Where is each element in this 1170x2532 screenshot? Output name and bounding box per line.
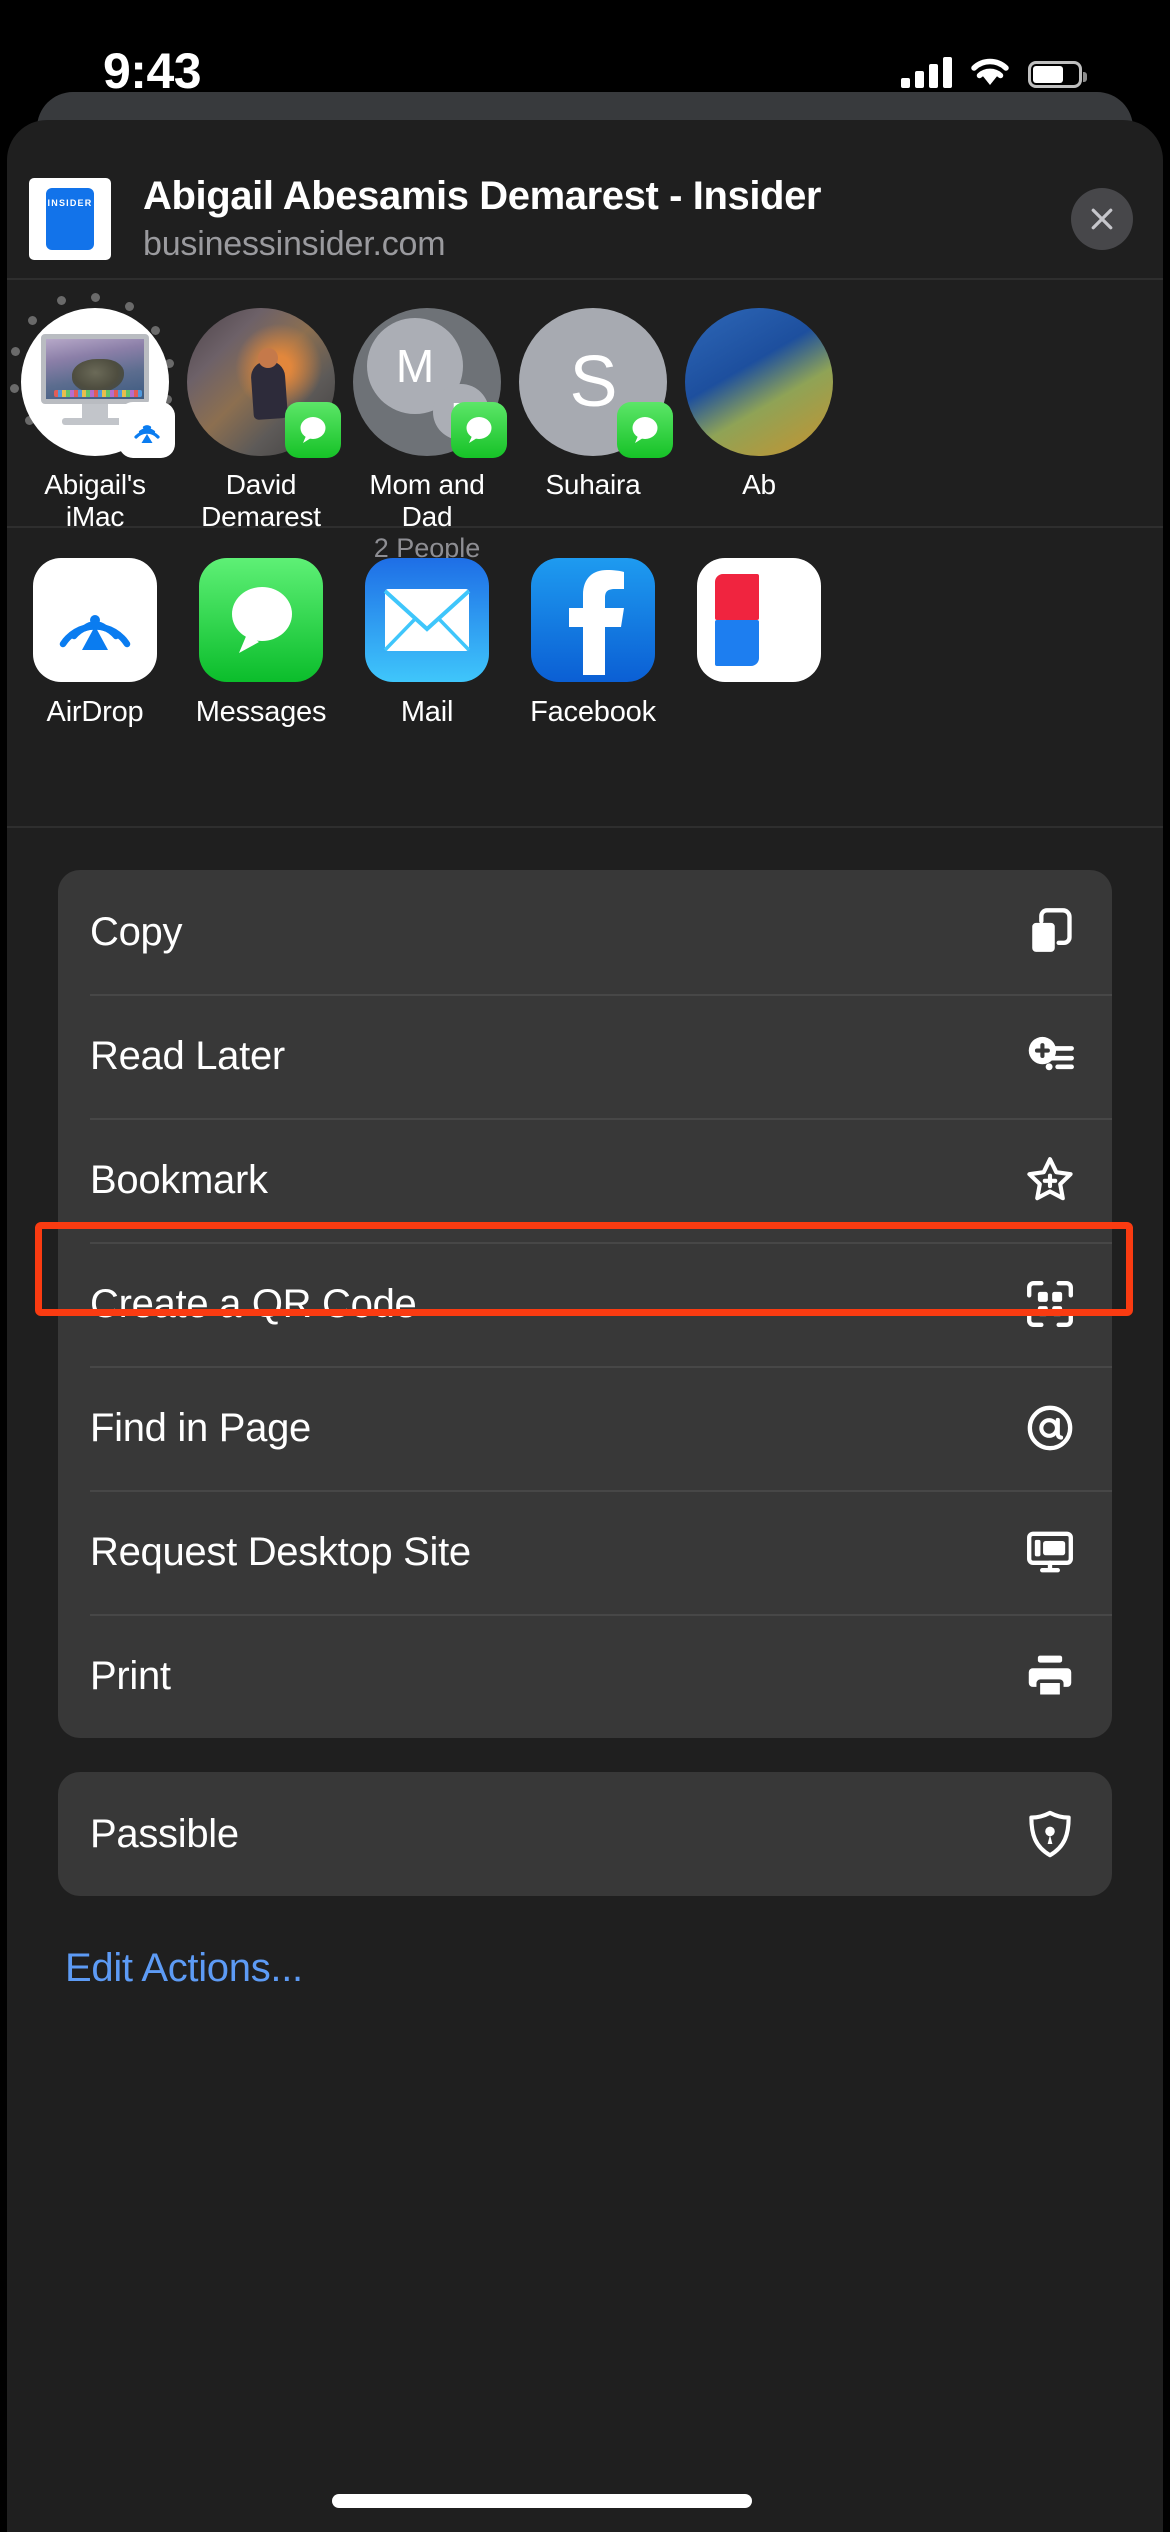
action-bookmark[interactable]: Bookmark [58, 1118, 1112, 1242]
app-mail[interactable]: Mail [344, 558, 510, 729]
contact-abigails-imac[interactable]: Abigail's iMac [12, 308, 178, 534]
share-sheet-screen: 9:43 INSIDER Abigail Abesamis Demarest -… [0, 0, 1170, 2532]
shield-lock-icon [1022, 1806, 1078, 1862]
contact-suhaira[interactable]: S Suhaira [510, 308, 676, 501]
airdrop-badge-icon [119, 402, 175, 458]
app-airdrop[interactable]: AirDrop [12, 558, 178, 729]
share-sheet-header: INSIDER Abigail Abesamis Demarest - Insi… [7, 160, 1163, 280]
apps-row[interactable]: AirDrop Messages [7, 528, 1163, 828]
close-button[interactable] [1071, 188, 1133, 250]
app-label: Mail [401, 696, 453, 729]
action-request-desktop-site[interactable]: Request Desktop Site [58, 1490, 1112, 1614]
action-label: Print [90, 1654, 1022, 1699]
bookmark-star-icon [1022, 1152, 1078, 1208]
action-find-in-page[interactable]: Find in Page [58, 1366, 1112, 1490]
contact-initial: S [569, 341, 616, 423]
contact-name: Suhaira [545, 469, 640, 501]
facebook-icon [531, 558, 655, 682]
copy-icon [1022, 904, 1078, 960]
battery-icon [1028, 61, 1082, 88]
wifi-icon [969, 56, 1011, 88]
action-read-later[interactable]: Read Later [58, 994, 1112, 1118]
action-label: Read Later [90, 1034, 1022, 1079]
app-news[interactable] [676, 558, 842, 696]
contact-name: Ab [742, 469, 776, 501]
contact-partial[interactable]: Ab [676, 308, 842, 501]
action-label: Find in Page [90, 1406, 1022, 1451]
find-in-page-icon [1022, 1400, 1078, 1456]
actions-list-secondary: Passible [58, 1772, 1112, 1896]
qr-code-icon [1022, 1276, 1078, 1332]
mail-icon [365, 558, 489, 682]
favicon-label: INSIDER [48, 198, 93, 208]
printer-icon [1022, 1648, 1078, 1704]
action-label: Request Desktop Site [90, 1530, 1022, 1575]
avatar [685, 308, 833, 456]
page-title: Abigail Abesamis Demarest - Insider [143, 174, 1071, 219]
action-label: Passible [90, 1812, 1022, 1857]
site-favicon: INSIDER [29, 178, 111, 260]
contact-mom-and-dad[interactable]: M D Mom and Dad 2 People [344, 308, 510, 564]
contact-photo [685, 308, 833, 456]
app-label: Facebook [530, 696, 656, 729]
action-passible[interactable]: Passible [58, 1772, 1112, 1896]
news-icon [697, 558, 821, 682]
contact-name: David Demarest [178, 469, 344, 534]
contacts-row[interactable]: Abigail's iMac Dav [7, 280, 1163, 528]
status-bar-indicators [901, 48, 1082, 88]
messages-badge-icon [451, 402, 507, 458]
home-indicator[interactable] [332, 2494, 752, 2508]
contact-david-demarest[interactable]: David Demarest [178, 308, 344, 534]
desktop-monitor-icon [1022, 1524, 1078, 1580]
airdrop-icon [33, 558, 157, 682]
share-sheet: INSIDER Abigail Abesamis Demarest - Insi… [7, 120, 1163, 2532]
read-later-icon [1022, 1028, 1078, 1084]
close-icon [1087, 204, 1117, 234]
page-domain: businessinsider.com [143, 226, 1071, 263]
actions-list-primary: Copy Read Later [58, 870, 1112, 1738]
app-label: AirDrop [47, 696, 144, 729]
app-facebook[interactable]: Facebook [510, 558, 676, 729]
action-label: Create a QR Code [90, 1282, 1022, 1327]
contact-name: Abigail's iMac [12, 469, 178, 534]
messages-badge-icon [617, 402, 673, 458]
edit-actions-button[interactable]: Edit Actions... [65, 1946, 303, 1990]
app-label: Messages [196, 696, 327, 729]
action-print[interactable]: Print [58, 1614, 1112, 1738]
app-messages[interactable]: Messages [178, 558, 344, 729]
header-text: Abigail Abesamis Demarest - Insider busi… [143, 174, 1071, 263]
action-label: Bookmark [90, 1158, 1022, 1203]
action-create-qr-code[interactable]: Create a QR Code [58, 1242, 1112, 1366]
cellular-bars-icon [901, 56, 952, 88]
contact-name: Mom and Dad [344, 469, 510, 534]
messages-icon [199, 558, 323, 682]
messages-badge-icon [285, 402, 341, 458]
footer: Edit Actions... [65, 1946, 1163, 1991]
action-label: Copy [90, 910, 1022, 955]
action-copy[interactable]: Copy [58, 870, 1112, 994]
